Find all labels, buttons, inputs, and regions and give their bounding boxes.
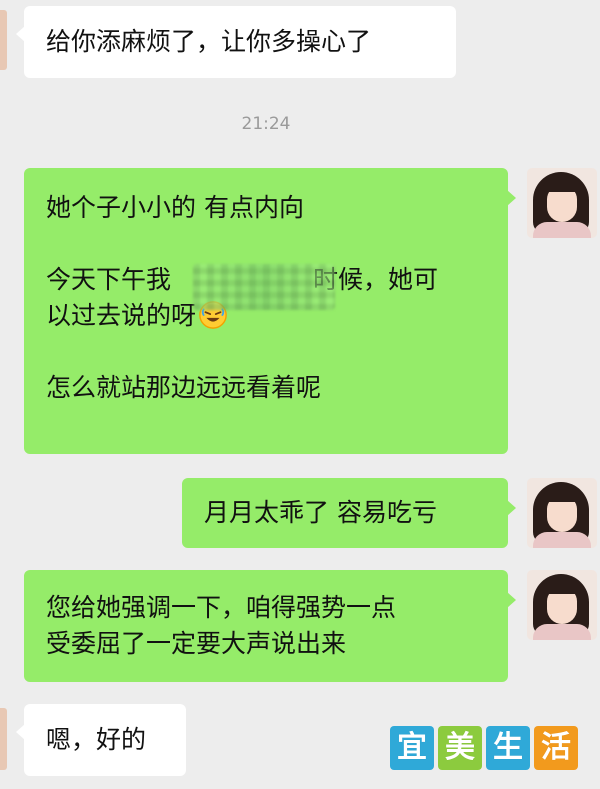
partial-avatar-top-left	[0, 10, 7, 70]
watermark-char-2: 美	[438, 726, 482, 770]
watermark-logo: 宜 美 生 活	[390, 726, 578, 770]
sender-avatar[interactable]	[527, 168, 597, 238]
watermark-char-3: 生	[486, 726, 530, 770]
message-line-2-start: 今天下午	[46, 265, 147, 294]
sent-message-bubble[interactable]: 您给她强调一下，咱得强势一点 受委屈了一定要大声说出来	[24, 570, 516, 682]
sent-message-bubble[interactable]: 她个子小小的 有点内向 今天下午我 时候，她可 以过去说的呀 怎么就站那边远远看着…	[24, 168, 516, 454]
message-line-1: 您给她强调一下，咱得强势一点	[46, 593, 397, 622]
pixelated-redaction	[193, 264, 335, 310]
sender-avatar[interactable]	[527, 570, 597, 640]
message-line-1: 她个子小小的 有点内向	[46, 193, 304, 222]
watermark-char-1: 宜	[390, 726, 434, 770]
received-message-bubble[interactable]: 给你添麻烦了，让你多操心了	[16, 6, 456, 78]
partial-avatar-bottom-left	[0, 708, 7, 770]
message-line-2: 受委屈了一定要大声说出来	[46, 629, 347, 658]
sender-avatar[interactable]	[527, 478, 597, 548]
message-line-4: 怎么就站那边远远看着呢	[46, 373, 322, 402]
message-line-2-visible-start: 我	[146, 265, 172, 294]
received-message-bubble[interactable]: 嗯，好的	[16, 704, 186, 776]
watermark-char-4: 活	[534, 726, 578, 770]
chat-timestamp: 21:24	[241, 114, 291, 134]
message-text: 给你添麻烦了，让你多操心了	[46, 27, 372, 56]
message-text: 月月太乖了 容易吃亏	[204, 498, 437, 527]
message-text: 嗯，好的	[46, 725, 147, 754]
sent-message-bubble[interactable]: 月月太乖了 容易吃亏	[182, 478, 516, 548]
